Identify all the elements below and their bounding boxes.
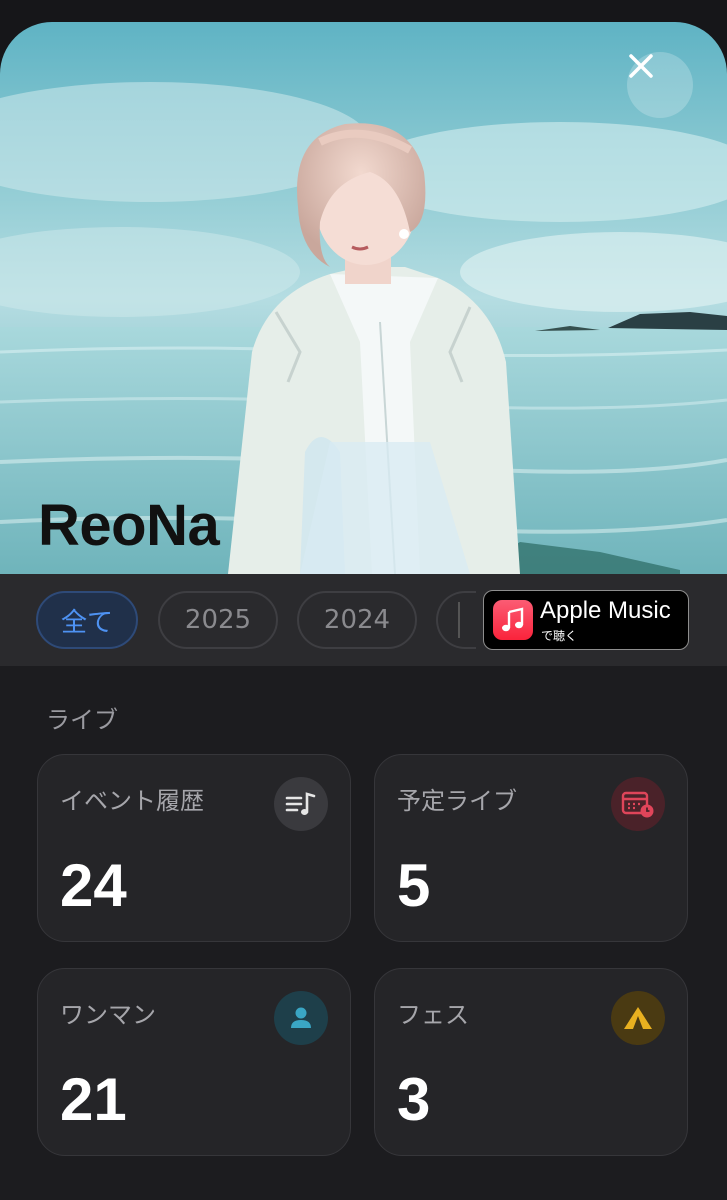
stat-label: ワンマン	[60, 1001, 156, 1029]
close-icon	[629, 54, 653, 78]
stat-card-event-history[interactable]: イベント履歴 24	[37, 754, 351, 942]
artist-hero-image: ReoNa	[0, 22, 727, 574]
filter-divider	[458, 602, 460, 638]
stat-value: 5	[397, 852, 431, 919]
artist-name: ReoNa	[38, 493, 220, 558]
filter-chip-partial[interactable]	[436, 591, 476, 649]
apple-music-title: Apple Music	[540, 597, 671, 624]
person-icon	[274, 991, 328, 1045]
section-title-live: ライブ	[46, 706, 118, 734]
stat-value: 24	[60, 852, 127, 919]
artist-sheet: ReoNa 全て 2025 2024 Apple Music で聴く ライブ イ…	[0, 22, 727, 1200]
stat-card-upcoming-live[interactable]: 予定ライブ 5	[374, 754, 688, 942]
playlist-music-icon	[274, 777, 328, 831]
stat-value: 3	[397, 1066, 431, 1133]
apple-music-icon	[493, 600, 533, 640]
music-note-icon	[502, 607, 524, 632]
apple-music-button[interactable]: Apple Music で聴く	[483, 590, 689, 650]
close-button[interactable]	[627, 52, 693, 118]
filter-chip-2025[interactable]: 2025	[158, 591, 278, 649]
stat-label: フェス	[397, 1001, 469, 1029]
tent-icon	[611, 991, 665, 1045]
year-filter-bar: 全て 2025 2024 Apple Music で聴く	[0, 574, 727, 666]
stat-card-oneman[interactable]: ワンマン 21	[37, 968, 351, 1156]
filter-chip-2024[interactable]: 2024	[297, 591, 417, 649]
calendar-clock-icon	[611, 777, 665, 831]
filter-chip-all[interactable]: 全て	[36, 591, 138, 649]
apple-music-subtitle: で聴く	[541, 629, 578, 643]
stat-value: 21	[60, 1066, 127, 1133]
stat-label: イベント履歴	[60, 787, 204, 815]
stat-card-fes[interactable]: フェス 3	[374, 968, 688, 1156]
stat-label: 予定ライブ	[397, 787, 517, 815]
